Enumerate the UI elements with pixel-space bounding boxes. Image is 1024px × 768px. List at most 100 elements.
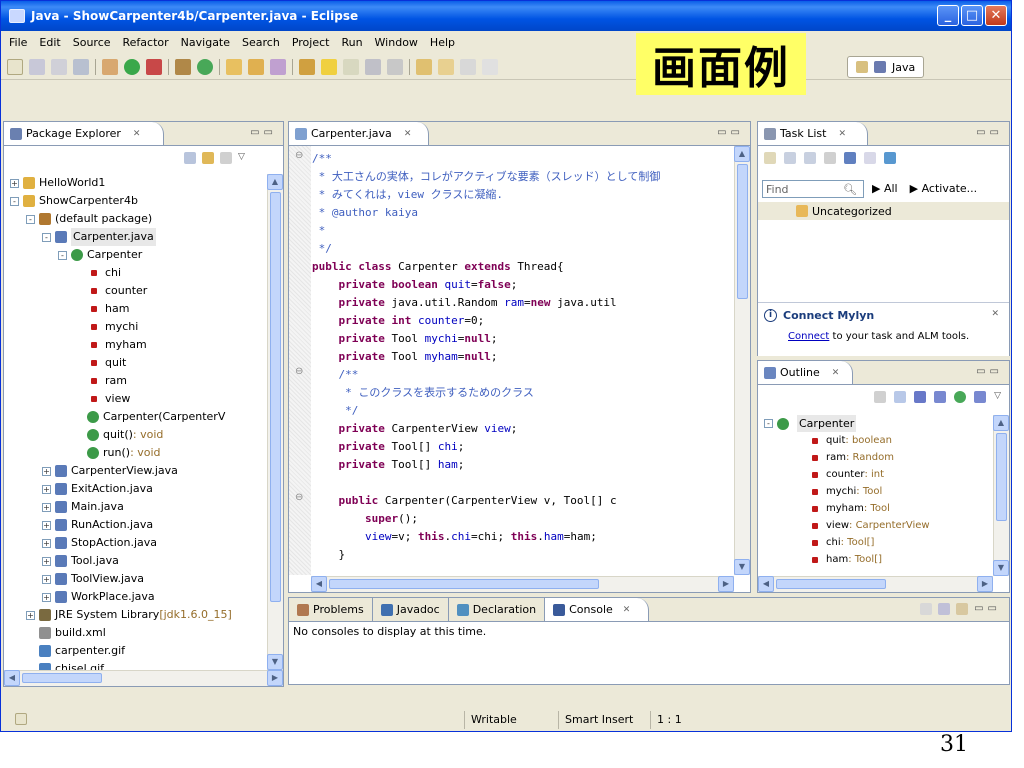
view-minmax-controls[interactable]: ▭▭ <box>976 366 1003 377</box>
collapse-icon[interactable]: - <box>42 232 51 242</box>
print-icon[interactable] <box>73 58 89 75</box>
tree-node[interactable]: - (default package) <box>4 210 269 228</box>
editor-hscroll[interactable]: ◀ ▶ <box>311 576 734 592</box>
outline-item[interactable]: chi : Tool[] <box>764 534 993 551</box>
save-icon[interactable] <box>29 58 45 75</box>
tree-node[interactable]: build.xml <box>4 624 269 642</box>
maximize-button[interactable]: □ <box>961 5 983 26</box>
outline-item[interactable]: mychi : Tool <box>764 483 993 500</box>
tab-task-list[interactable]: Task List ✕ <box>758 122 868 145</box>
forward-icon[interactable] <box>482 58 498 75</box>
tree-node[interactable]: - Carpenter.java <box>4 228 269 246</box>
fast-view-icon[interactable] <box>15 713 27 725</box>
scroll-up-button[interactable]: ▲ <box>993 415 1009 431</box>
collapse-icon[interactable]: - <box>58 250 67 260</box>
scheduled-icon[interactable] <box>804 152 816 164</box>
expand-icon[interactable]: + <box>42 574 51 584</box>
expand-icon[interactable]: + <box>42 484 51 494</box>
tab-declaration[interactable]: Declaration <box>449 598 546 621</box>
view-minmax-controls[interactable]: ▭▭ <box>974 603 1001 615</box>
new-icon[interactable] <box>7 58 23 75</box>
categorized-icon[interactable] <box>784 152 796 164</box>
expand-icon[interactable]: + <box>42 466 51 476</box>
scroll-thumb[interactable] <box>22 673 102 683</box>
display-console-icon[interactable] <box>938 603 951 615</box>
focus-icon[interactable] <box>874 391 887 403</box>
open-console-icon[interactable] <box>956 603 969 615</box>
view-minmax-controls[interactable]: ▭▭ <box>717 127 744 138</box>
menu-help[interactable]: Help <box>424 36 461 49</box>
tab-carpenter-java[interactable]: Carpenter.java ✕ <box>289 122 429 145</box>
menu-refactor[interactable]: Refactor <box>117 36 175 49</box>
outline-item[interactable]: ram : Random <box>764 449 993 466</box>
tree-node[interactable]: mychi <box>4 318 269 336</box>
tree-node[interactable]: counter <box>4 282 269 300</box>
scroll-down-button[interactable]: ▼ <box>267 654 283 670</box>
debug-icon[interactable] <box>102 58 118 75</box>
tree-node[interactable]: view <box>4 390 269 408</box>
view-menu-icon[interactable]: ▽ <box>994 391 1001 403</box>
sort-icon[interactable] <box>894 391 907 403</box>
collapse-icon[interactable]: - <box>764 419 773 428</box>
scroll-thumb[interactable] <box>996 433 1007 521</box>
menu-project[interactable]: Project <box>286 36 336 49</box>
tree-node[interactable]: + StopAction.java <box>4 534 269 552</box>
outline-class-row[interactable]: - Carpenter <box>764 415 993 432</box>
previous-annotation-icon[interactable] <box>438 58 454 75</box>
outline-item[interactable]: view : CarpenterView <box>764 517 993 534</box>
hide-static-icon[interactable] <box>934 391 947 403</box>
tree-node[interactable]: + RunAction.java <box>4 516 269 534</box>
tree-node[interactable]: chi <box>4 264 269 282</box>
scroll-down-button[interactable]: ▼ <box>993 560 1009 576</box>
search-icon[interactable] <box>270 58 286 75</box>
scroll-right-button[interactable]: ▶ <box>718 576 734 592</box>
connect-link[interactable]: Connect <box>788 331 829 342</box>
close-tab-icon[interactable]: ✕ <box>832 368 840 378</box>
block-selection-icon[interactable] <box>365 58 381 75</box>
outline-item[interactable]: myham : Tool <box>764 500 993 517</box>
menu-file[interactable]: File <box>3 36 33 49</box>
next-annotation-icon[interactable] <box>416 58 432 75</box>
code-editor[interactable]: /** * 大工さんの実体，コレがアクティブな要素（スレッド）として制御 * み… <box>312 146 733 575</box>
outline-item[interactable]: counter : int <box>764 466 993 483</box>
java-perspective-button[interactable]: Java <box>847 56 925 78</box>
view-minmax-controls[interactable]: ▭▭ <box>976 127 1003 138</box>
outline-item[interactable]: quit : boolean <box>764 432 993 449</box>
hide-fields-icon[interactable] <box>914 391 927 403</box>
tree-node[interactable]: quit() : void <box>4 426 269 444</box>
menu-navigate[interactable]: Navigate <box>175 36 236 49</box>
open-task-icon[interactable] <box>248 58 264 75</box>
task-category-row[interactable]: Uncategorized <box>758 202 1009 220</box>
open-type-icon[interactable] <box>226 58 242 75</box>
scroll-thumb[interactable] <box>329 579 599 589</box>
package-explorer-hscroll[interactable]: ◀ ▶ <box>4 670 283 686</box>
close-tab-icon[interactable]: ✕ <box>838 129 846 139</box>
scroll-down-button[interactable]: ▼ <box>734 559 750 575</box>
back-icon[interactable] <box>460 58 476 75</box>
activate-link[interactable]: ▶ Activate... <box>910 182 978 195</box>
expand-icon[interactable]: + <box>42 592 51 602</box>
tree-node[interactable]: + ToolView.java <box>4 570 269 588</box>
focus-icon[interactable] <box>824 152 836 164</box>
tree-node[interactable]: ham <box>4 300 269 318</box>
menu-edit[interactable]: Edit <box>33 36 66 49</box>
scroll-right-button[interactable]: ▶ <box>977 576 993 592</box>
tree-node[interactable]: + CarpenterView.java <box>4 462 269 480</box>
menu-source[interactable]: Source <box>67 36 117 49</box>
collapse-all-icon[interactable] <box>844 152 856 164</box>
tree-node[interactable]: - ShowCarpenter4b <box>4 192 269 210</box>
collapse-icon[interactable]: - <box>10 196 19 206</box>
expand-icon[interactable]: + <box>42 538 51 548</box>
tab-console[interactable]: Console ✕ <box>545 598 650 621</box>
close-tab-icon[interactable]: ✕ <box>623 605 631 615</box>
close-tab-icon[interactable]: ✕ <box>133 129 141 139</box>
scroll-thumb[interactable] <box>270 192 281 602</box>
close-mylyn-icon[interactable]: ✕ <box>991 309 999 319</box>
tree-node[interactable]: carpenter.gif <box>4 642 269 660</box>
tree-node[interactable]: ram <box>4 372 269 390</box>
minimize-button[interactable]: _ <box>937 5 959 26</box>
run-icon[interactable] <box>124 58 140 75</box>
new-class-icon[interactable] <box>197 58 213 75</box>
all-link[interactable]: ▶ All <box>872 182 898 195</box>
tree-node[interactable]: quit <box>4 354 269 372</box>
